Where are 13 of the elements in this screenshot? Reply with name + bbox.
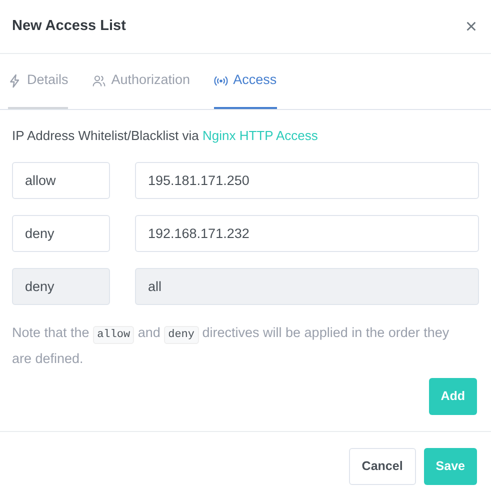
users-icon — [92, 74, 106, 88]
address-field[interactable]: 192.168.171.232 — [135, 214, 479, 252]
broadcast-icon — [214, 74, 228, 88]
description-text: IP Address Whitelist/Blacklist via Nginx HTTP Access — [12, 127, 319, 145]
modal-title: New Access List — [12, 16, 126, 36]
directive-select[interactable]: allow — [12, 162, 110, 198]
directive-select[interactable]: deny — [12, 214, 110, 252]
cancel-button[interactable]: Cancel — [348, 448, 416, 484]
lightning-icon — [8, 74, 22, 88]
close-button[interactable]: × — [463, 16, 479, 36]
note-text: Note that the allow and deny directives will be applied in the order they are defined. — [12, 324, 450, 368]
tab[interactable]: Access — [214, 54, 277, 109]
address-field[interactable]: 195.181.171.250 — [135, 162, 479, 198]
